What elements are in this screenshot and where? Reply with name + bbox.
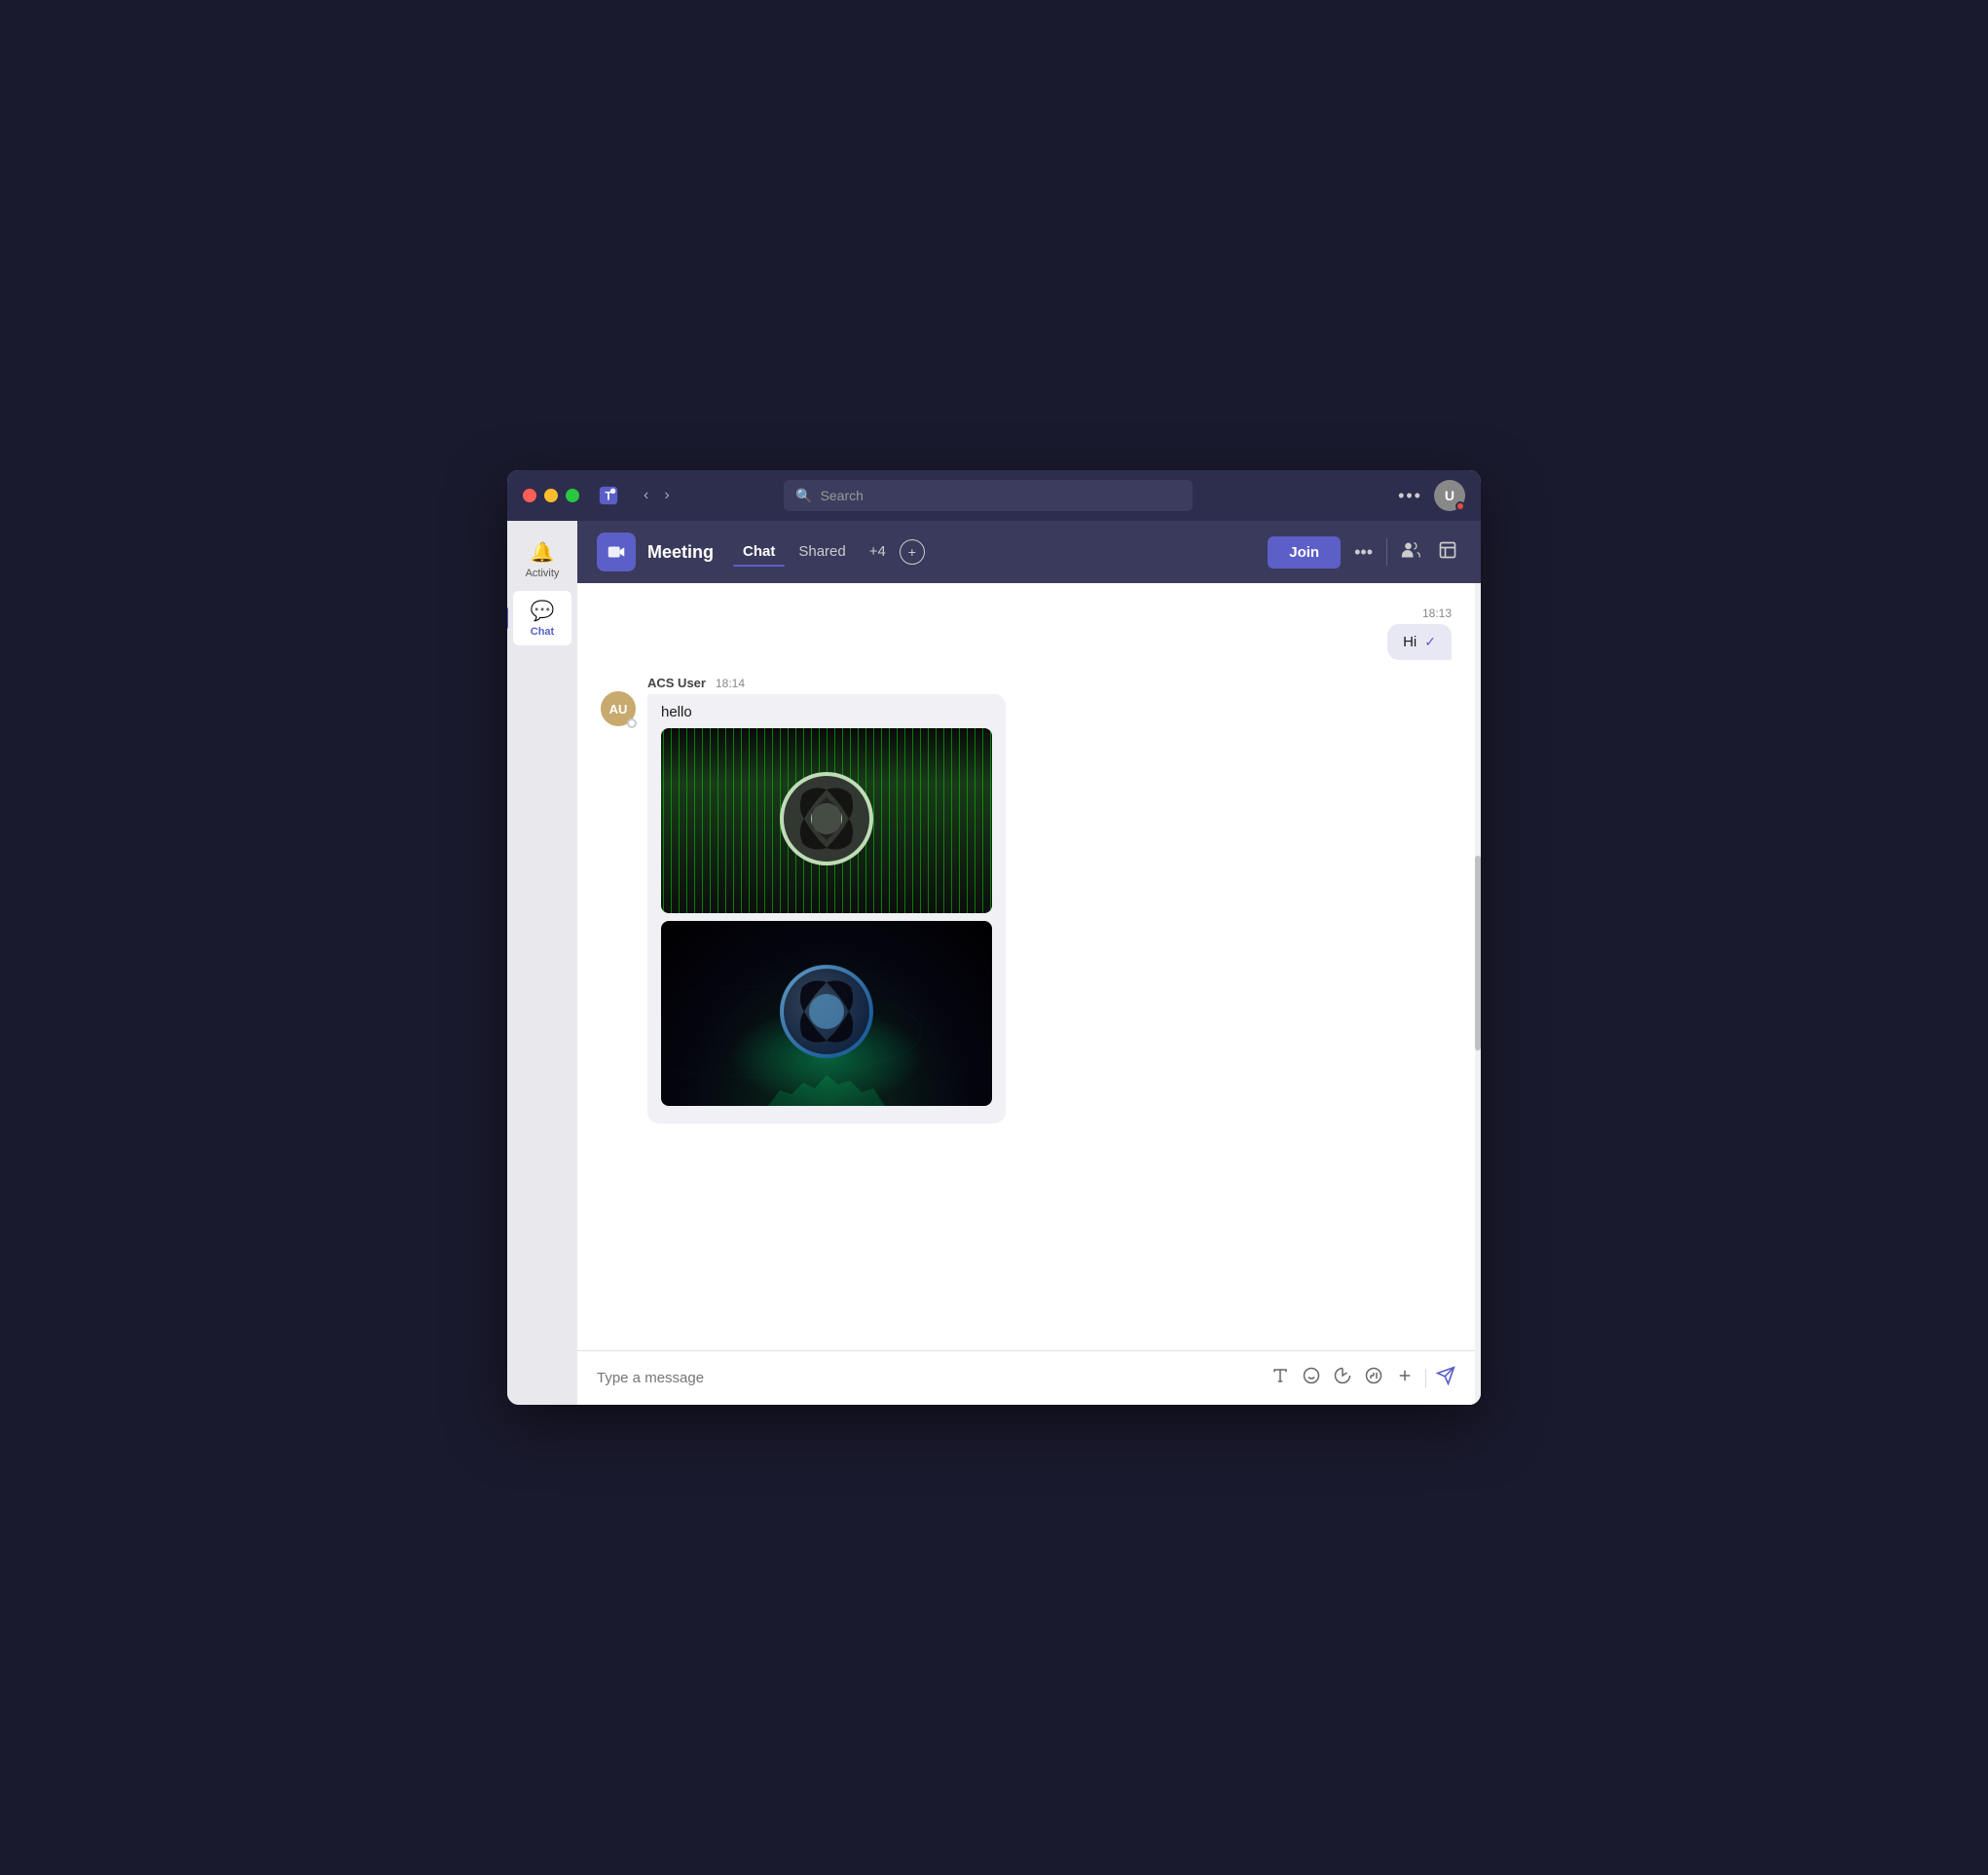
sent-message-inner: 18:13 Hi ✓ (1387, 607, 1452, 660)
scroll-thumb[interactable] (1475, 856, 1481, 1050)
popout-button[interactable] (1434, 536, 1461, 569)
back-button[interactable]: ‹ (638, 483, 654, 508)
search-icon: 🔍 (795, 488, 812, 504)
search-bar[interactable]: 🔍 (784, 480, 1193, 511)
title-bar-right: ••• U (1398, 480, 1465, 511)
sent-text: Hi (1403, 634, 1417, 650)
received-time: 18:14 (716, 677, 745, 690)
tab-shared[interactable]: Shared (789, 539, 855, 565)
message-input-bar (577, 1350, 1475, 1405)
forward-button[interactable]: › (658, 483, 675, 508)
teams-logo-icon: T (595, 482, 622, 509)
message-input[interactable] (597, 1370, 1258, 1386)
xbox-logo-1 (778, 770, 875, 871)
participants-button[interactable] (1397, 536, 1424, 569)
search-input[interactable] (821, 488, 1182, 503)
sent-bubble: Hi ✓ (1387, 624, 1452, 660)
title-bar: T ‹ › 🔍 ••• U (507, 470, 1481, 521)
divider (1386, 538, 1387, 566)
chat-area: 18:13 Hi ✓ AU (577, 583, 1481, 1405)
join-button[interactable]: Join (1268, 536, 1341, 569)
add-tab-button[interactable]: + (900, 539, 925, 565)
message-sent: 18:13 Hi ✓ (601, 607, 1452, 660)
message-meta: ACS User 18:14 (647, 676, 1006, 690)
sidebar: 🔔 Activity 💬 Chat (507, 521, 577, 1405)
main-layout: 🔔 Activity 💬 Chat Meeting Chat (507, 521, 1481, 1405)
delivered-icon: ✓ (1424, 634, 1436, 650)
minimize-button[interactable] (544, 489, 558, 502)
maximize-button[interactable] (566, 489, 579, 502)
app-window: T ‹ › 🔍 ••• U 🔔 Activity (507, 470, 1481, 1405)
input-divider (1425, 1369, 1426, 1388)
attach-button[interactable] (1394, 1365, 1416, 1391)
top-bar-tabs: Chat Shared +4 + (733, 539, 925, 565)
tab-plus[interactable]: +4 (860, 539, 896, 565)
xbox-logo-2 (778, 963, 875, 1064)
top-bar-right: Join ••• (1268, 536, 1461, 569)
close-button[interactable] (523, 489, 536, 502)
sidebar-item-activity[interactable]: 🔔 Activity (513, 533, 571, 587)
activity-label: Activity (526, 568, 560, 579)
chat-label: Chat (531, 626, 554, 638)
chat-icon: 💬 (531, 599, 555, 623)
format-button[interactable] (1270, 1365, 1291, 1391)
status-indicator (1455, 501, 1465, 511)
more-actions-button[interactable]: ••• (1350, 538, 1377, 567)
gif-button[interactable] (1363, 1365, 1384, 1391)
meeting-icon (597, 533, 636, 571)
image-attachment-1[interactable] (661, 728, 992, 913)
sent-time: 18:13 (1422, 607, 1452, 620)
send-button[interactable] (1436, 1366, 1455, 1391)
bell-icon: 🔔 (531, 540, 555, 565)
sender-avatar: AU (601, 691, 636, 726)
sidebar-item-chat[interactable]: 💬 Chat (513, 591, 571, 645)
user-avatar[interactable]: U (1434, 480, 1465, 511)
nav-arrows: ‹ › (638, 483, 676, 508)
input-actions (1270, 1365, 1455, 1391)
received-content: ACS User 18:14 hello (647, 676, 1006, 1123)
messages-panel: 18:13 Hi ✓ AU (577, 583, 1475, 1405)
meeting-title: Meeting (647, 542, 714, 563)
sticker-button[interactable] (1332, 1365, 1353, 1391)
emoji-button[interactable] (1301, 1365, 1322, 1391)
content-area: Meeting Chat Shared +4 + Join ••• (577, 521, 1481, 1405)
channel-header: Meeting Chat Shared +4 + Join ••• (577, 521, 1481, 583)
traffic-lights (523, 489, 579, 502)
avatar-initials: AU (609, 702, 628, 717)
offline-indicator (627, 718, 637, 728)
received-bubble: hello (647, 694, 1006, 1123)
scroll-track[interactable] (1475, 583, 1481, 1405)
sender-name: ACS User (647, 676, 706, 690)
message-received: AU ACS User 18:14 hello (601, 676, 1452, 1123)
more-options-button[interactable]: ••• (1398, 486, 1422, 506)
received-text: hello (661, 704, 992, 720)
image-attachment-2[interactable] (661, 921, 992, 1106)
messages-list[interactable]: 18:13 Hi ✓ AU (577, 583, 1475, 1350)
tab-chat[interactable]: Chat (733, 539, 785, 565)
